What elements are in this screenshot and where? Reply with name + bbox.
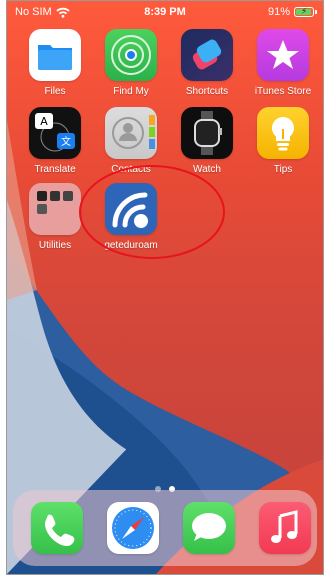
compass-icon	[107, 502, 159, 554]
app-shortcuts[interactable]: Shortcuts	[177, 29, 237, 97]
app-files[interactable]: Files	[25, 29, 85, 97]
app-label: Find My	[113, 86, 149, 97]
folder-utilities[interactable]: Utilities	[25, 183, 85, 251]
star-icon	[257, 29, 309, 81]
find-my-radar-icon	[105, 29, 157, 81]
shortcuts-icon	[181, 29, 233, 81]
phone-handset-icon	[31, 502, 83, 554]
lightbulb-icon	[257, 107, 309, 159]
speech-bubble-icon	[183, 502, 235, 554]
dock	[13, 490, 317, 566]
translate-icon: A 文	[29, 107, 81, 159]
app-label: Utilities	[38, 240, 72, 251]
dock-phone[interactable]	[27, 502, 87, 554]
app-label: Tips	[273, 164, 293, 175]
folder-grid-icon	[29, 183, 81, 235]
annotation-ellipse	[79, 165, 225, 259]
home-screen: No SIM 8:39 PM 91% ⚡ Files Find My Short…	[6, 0, 324, 575]
music-note-icon	[259, 502, 311, 554]
apple-watch-icon	[181, 107, 233, 159]
app-label: Files	[44, 86, 66, 97]
dock-music[interactable]	[255, 502, 315, 554]
files-folder-icon	[29, 29, 81, 81]
svg-text:文: 文	[61, 135, 71, 148]
battery-percent: 91%	[267, 6, 290, 18]
status-bar: No SIM 8:39 PM 91% ⚡	[7, 1, 323, 23]
app-tips[interactable]: Tips	[253, 107, 313, 175]
app-label: Translate	[34, 164, 76, 175]
app-label: Shortcuts	[185, 86, 229, 97]
battery-icon: ⚡	[294, 6, 314, 17]
app-label: iTunes Store	[254, 86, 312, 97]
dock-messages[interactable]	[179, 502, 239, 554]
app-translate[interactable]: A 文 Translate	[25, 107, 85, 175]
dock-safari[interactable]	[103, 502, 163, 554]
svg-text:A: A	[40, 115, 48, 128]
app-find-my[interactable]: Find My	[101, 29, 161, 97]
contact-silhouette-icon	[105, 107, 157, 159]
app-itunes-store[interactable]: iTunes Store	[253, 29, 313, 97]
